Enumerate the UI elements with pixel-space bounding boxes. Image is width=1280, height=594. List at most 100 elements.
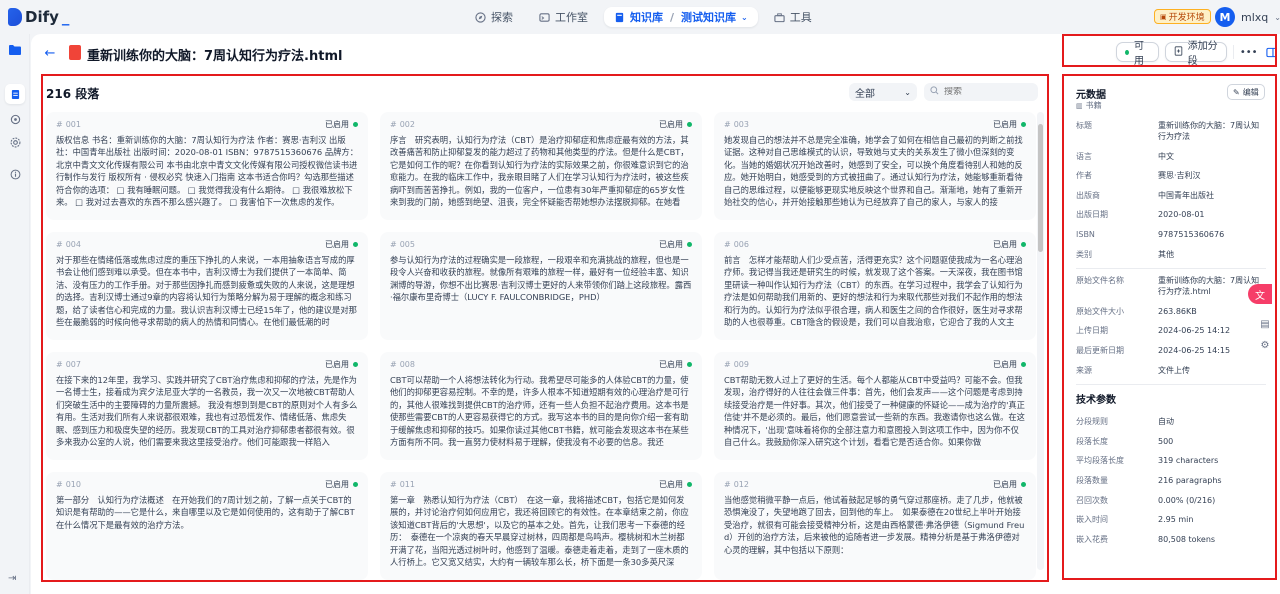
enabled-dot-icon	[353, 121, 358, 127]
back-arrow-icon[interactable]: ←	[41, 44, 59, 62]
segment-card[interactable]: #012 已启用 当他感觉稍微平静一点后，他试着鼓起足够的勇气穿过那座桥。走了几步，…	[714, 472, 1036, 580]
translate-icon[interactable]: 文	[1248, 284, 1272, 304]
hash-icon: #	[390, 119, 397, 129]
segment-number-value: 011	[399, 479, 415, 489]
nav-current-kb[interactable]: 测试知识库	[681, 9, 736, 25]
env-badge: ▣ 开发环境	[1154, 9, 1211, 24]
status-toggle[interactable]: 可用	[1116, 41, 1159, 67]
enabled-dot-icon	[353, 481, 358, 487]
metadata-value: 2024-06-25 14:15	[1158, 345, 1231, 355]
user-name[interactable]: mlxq	[1241, 11, 1268, 24]
metadata-key: 原始文件大小	[1076, 306, 1124, 316]
metadata-value: 赛思·吉利汉	[1158, 171, 1201, 181]
segments-scrollbar[interactable]	[1037, 112, 1044, 570]
metadata-value: 216 paragraphs	[1158, 475, 1222, 485]
segment-grid: #001 已启用 版权信息 书名：重新训练你的大脑：7周认知行为疗法 作者：赛思·吉…	[46, 112, 1036, 580]
metadata-key: 嵌入花费	[1076, 534, 1108, 544]
metadata-key: 出版商	[1076, 190, 1100, 200]
chevron-down-icon[interactable]: ⌄	[1274, 13, 1280, 22]
more-options-icon[interactable]: •••	[1240, 42, 1258, 62]
status-label: 可用	[1133, 41, 1144, 67]
segment-card[interactable]: #007 已启用 在接下来的12年里，我学习、实践并研究了CBT治疗焦虑和抑郁的疗法…	[46, 352, 368, 460]
search-input[interactable]	[944, 87, 1034, 97]
segment-card[interactable]: #002 已启用 序言 研究表明，认知行为疗法（CBT）是治疗抑郁症和焦虑症最有效的…	[380, 112, 702, 220]
segment-number-value: 007	[65, 359, 81, 369]
metadata-value: 重新训练你的大脑：7周认知行为疗法	[1158, 121, 1260, 141]
chevron-down-icon[interactable]: ⌄	[741, 13, 748, 22]
document-title: 重新训练你的大脑：7周认知行为疗法.html	[87, 49, 343, 64]
segment-search[interactable]	[924, 83, 1038, 101]
segment-number-value: 004	[65, 239, 81, 249]
metadata-key: ISBN	[1076, 229, 1095, 239]
segment-number: #009	[724, 360, 749, 369]
metadata-value: 500	[1158, 436, 1174, 446]
hash-icon: #	[390, 359, 397, 369]
settings-icon[interactable]	[5, 132, 25, 152]
status-dot-icon	[1125, 49, 1129, 55]
metadata-key: 分段规则	[1076, 417, 1108, 427]
dify-logo[interactable]: Dify _	[8, 8, 69, 26]
header-actions: 可用 添加分段 •••	[1116, 41, 1280, 67]
segment-status-label: 已启用	[659, 239, 683, 249]
metadata-key: 段落数量	[1076, 475, 1108, 485]
segment-card[interactable]: #003 已启用 她发现自己的想法并不总是完全准确，她学会了如何在相信自己最初的判断…	[714, 112, 1036, 220]
segment-status-label: 已启用	[325, 119, 349, 129]
segment-status: 已启用	[659, 479, 692, 490]
enabled-dot-icon	[1021, 481, 1026, 487]
segment-card[interactable]: #009 已启用 CBT帮助无数人过上了更好的生活。每个人都能从CBT中受益吗？可能…	[714, 352, 1036, 460]
nav-explore[interactable]: 探索	[465, 7, 523, 27]
segment-status: 已启用	[993, 119, 1026, 130]
segment-count: 216 段落	[46, 87, 100, 101]
segment-text: 版权信息 书名：重新训练你的大脑：7周认知行为疗法 作者：赛思·吉利汉 出版社：…	[56, 135, 358, 208]
nav-explore-label: 探索	[491, 11, 513, 24]
documents-icon[interactable]	[5, 84, 25, 104]
segment-card[interactable]: #006 已启用 前言 怎样才能帮助人们少受点苦，活得更充实？这个问题驱使我成为一名…	[714, 232, 1036, 340]
nav-studio[interactable]: 工作室	[529, 7, 598, 27]
expand-sidebar-icon[interactable]: ⇥	[8, 573, 16, 584]
settings-side-icon[interactable]: ⚙	[1258, 338, 1272, 352]
enabled-dot-icon	[353, 361, 358, 367]
kb-folder-icon[interactable]	[5, 40, 25, 60]
document-side-icon[interactable]: ▤	[1258, 317, 1272, 331]
hit-testing-icon[interactable]	[5, 109, 25, 129]
segment-card[interactable]: #001 已启用 版权信息 书名：重新训练你的大脑：7周认知行为疗法 作者：赛思·吉…	[46, 112, 368, 220]
hash-icon: #	[724, 359, 731, 369]
book-icon: ▥	[1076, 101, 1083, 110]
scrollbar-thumb[interactable]	[1038, 124, 1043, 252]
segment-card[interactable]: #004 已启用 对于那些在情绪低落或焦虑过度的重压下挣扎的人来说，一本用抽象语言写…	[46, 232, 368, 340]
hash-icon: #	[724, 239, 731, 249]
segment-card[interactable]: #005 已启用 参与认知行为疗法的过程确实是一段旅程，一段艰辛和充满挑战的旅程，但…	[380, 232, 702, 340]
segment-status: 已启用	[325, 359, 358, 370]
toggle-metadata-panel-icon[interactable]	[1264, 42, 1280, 62]
user-menu[interactable]: M mlxq ⌄	[1215, 7, 1280, 27]
document-detail-panel: ← 重新训练你的大脑：7周认知行为疗法.html 可用 添加分段 ••• 216…	[31, 34, 1280, 594]
avatar[interactable]: M	[1215, 7, 1235, 27]
metadata-value: 2020-08-01	[1158, 210, 1205, 220]
status-filter-select[interactable]: 全部 ⌄	[849, 83, 917, 101]
nav-tools[interactable]: 工具	[764, 7, 822, 27]
edit-metadata-button[interactable]: ✎ 编辑	[1227, 84, 1265, 100]
metadata-row: 语言 中文	[1076, 151, 1266, 162]
segment-number-value: 002	[399, 119, 415, 129]
nav-knowledge[interactable]: 知识库 / 测试知识库 ⌄	[604, 7, 758, 27]
env-badge-label: 开发环境	[1168, 13, 1205, 23]
segment-number: #002	[390, 120, 415, 129]
hash-icon: #	[56, 479, 63, 489]
metadata-row: 原始文件大小 263.86KB	[1076, 306, 1266, 317]
info-icon[interactable]	[5, 164, 25, 184]
segment-status: 已启用	[325, 479, 358, 490]
metadata-value: 2.95 min	[1158, 515, 1194, 525]
segment-card[interactable]: #008 已启用 CBT可以帮助一个人将想法转化为行动。我希望尽可能多的人体验CBT…	[380, 352, 702, 460]
add-segment-button[interactable]: 添加分段	[1164, 41, 1228, 67]
segment-card-header: #007 已启用	[56, 358, 358, 370]
segment-card[interactable]: #010 已启用 第一部分 认知行为疗法概述 在开始我们的7周计划之前，了解一点关于…	[46, 472, 368, 580]
segment-card-header: #008 已启用	[390, 358, 692, 370]
segment-status-label: 已启用	[325, 359, 349, 369]
hash-icon: #	[56, 119, 63, 129]
segment-card-header: #012 已启用	[724, 478, 1026, 490]
metadata-value: 80,508 tokens	[1158, 534, 1216, 544]
segment-status-label: 已启用	[659, 119, 683, 129]
enabled-dot-icon	[687, 361, 692, 367]
segment-card[interactable]: #011 已启用 第一章 熟悉认知行为疗法（CBT） 在这一章，我将描述CBT，包括…	[380, 472, 702, 580]
book-icon	[614, 12, 625, 23]
